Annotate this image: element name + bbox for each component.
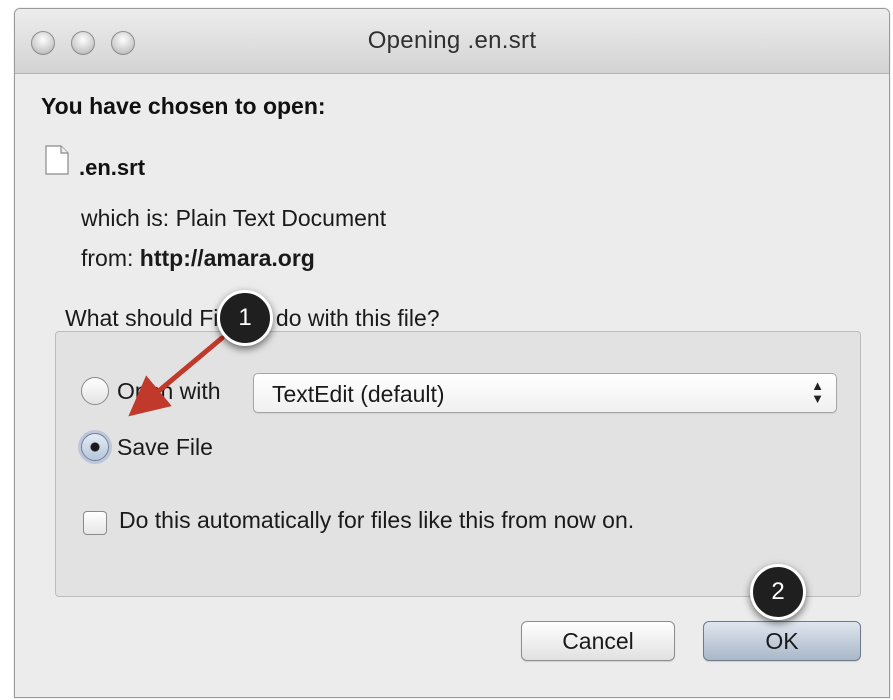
auto-action-label[interactable]: Do this automatically for files like thi… [119, 507, 634, 534]
document-icon [45, 145, 69, 175]
save-file-label[interactable]: Save File [117, 434, 213, 461]
cancel-button[interactable]: Cancel [521, 621, 675, 661]
from-label: from: [81, 245, 134, 271]
select-updown-icon: ▲ ▼ [811, 378, 824, 406]
open-with-label[interactable]: Open with [117, 378, 221, 405]
file-source-line: from: http://amara.org [81, 245, 315, 272]
step-2-callout: 2 [750, 564, 806, 620]
file-type-line: which is: Plain Text Document [81, 205, 386, 232]
open-with-app-select[interactable]: TextEdit (default) ▲ ▼ [253, 373, 837, 413]
action-options-group [55, 331, 861, 597]
open-with-app-value: TextEdit (default) [272, 381, 445, 407]
which-is-label: which is: [81, 205, 170, 231]
file-name: .en.srt [79, 155, 146, 180]
ok-button[interactable]: OK [703, 621, 861, 661]
auto-action-checkbox[interactable] [83, 511, 107, 535]
save-file-radio[interactable] [81, 433, 109, 461]
window-title: Opening .en.srt [367, 27, 537, 54]
file-type-value: Plain Text Document [175, 205, 387, 231]
file-source-url: http://amara.org [139, 245, 315, 271]
open-with-radio[interactable] [81, 377, 109, 405]
title-bar[interactable]: Opening .en.srt [15, 9, 889, 74]
dialog-heading: You have chosen to open: [41, 93, 326, 119]
step-1-callout: 1 [217, 290, 273, 346]
